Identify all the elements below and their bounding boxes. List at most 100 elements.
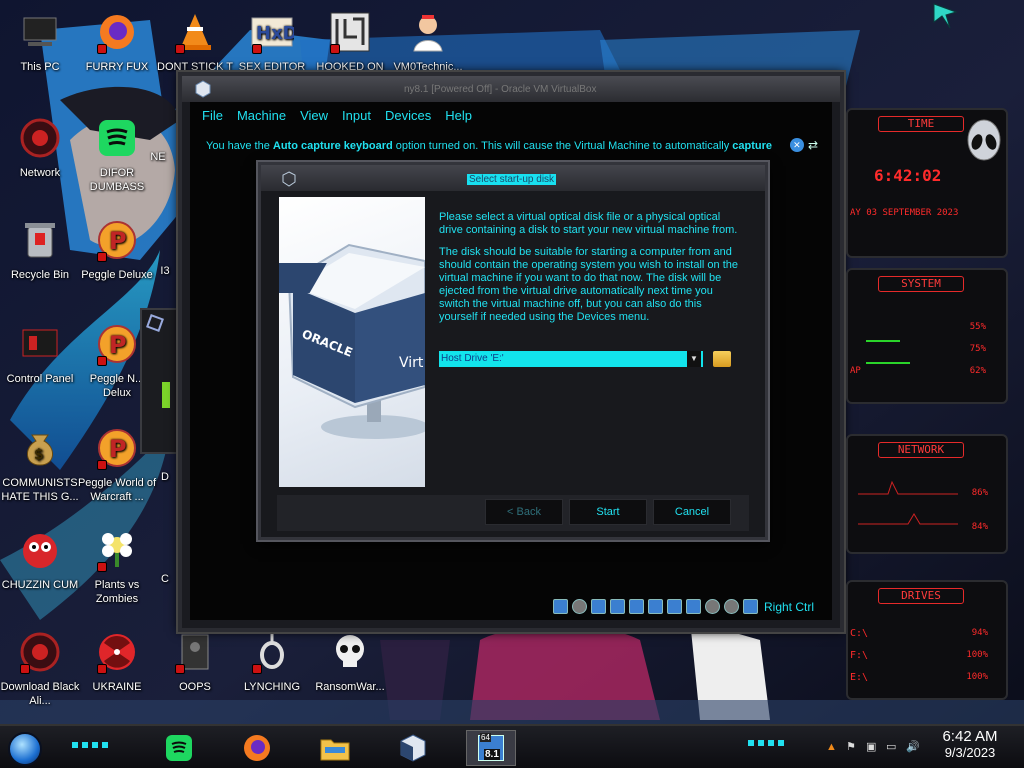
cpu-icon[interactable] xyxy=(704,599,720,614)
desktop-icon-furry-fux[interactable]: FURRY FUX xyxy=(77,8,157,74)
spotify-icon xyxy=(93,114,141,162)
desktop-icon-label: Network xyxy=(19,167,61,179)
desktop-icon-label: RansomWar... xyxy=(315,681,385,693)
desktop-icon-label: Recycle Bin xyxy=(10,269,70,281)
peggle-icon: P xyxy=(93,216,141,264)
desktop-icon-label: COMMUNISTS HATE THIS G... xyxy=(1,477,79,503)
desktop-icon-vm0technic[interactable]: VM0Technic... xyxy=(388,8,468,74)
drive-usage: 100% xyxy=(966,650,988,660)
video-capture-icon[interactable] xyxy=(685,599,701,614)
taskbar-clock[interactable]: 6:42 AM 9/3/2023 xyxy=(932,728,1008,760)
desktop-icon-dont-stick[interactable]: DONT STICK T xyxy=(155,8,235,74)
back-button[interactable]: < Back xyxy=(485,499,563,525)
clock-date: 9/3/2023 xyxy=(944,745,996,760)
host-key-arrow-icon[interactable] xyxy=(742,599,758,614)
network-adapter-icon[interactable] xyxy=(609,599,625,614)
desktop-icon-label: Peggle N... Delux xyxy=(89,373,145,399)
desktop-icon-label: Peggle Deluxe xyxy=(81,269,153,281)
host-key-label: Right Ctrl xyxy=(763,599,814,614)
taskbar-decoration xyxy=(72,742,112,748)
startup-disk-select[interactable]: Host Drive 'E:' ▼ xyxy=(439,351,703,367)
desktop-icon-peggle-deluxe[interactable]: P Peggle Deluxe xyxy=(77,216,157,282)
desktop-icon-this-pc[interactable]: This PC xyxy=(0,8,80,74)
peggle-icon: P xyxy=(93,320,141,368)
desktop-icon-ransomware[interactable]: RansomWar... xyxy=(310,628,390,694)
desktop-icon-chuzzin-cum[interactable]: CHUZZIN CUM xyxy=(0,526,80,592)
desktop-icon-recycle-bin[interactable]: Recycle Bin xyxy=(0,216,80,282)
virtualbox-cube-icon xyxy=(400,734,426,762)
menu-help[interactable]: Help xyxy=(445,108,472,123)
virtualbox-cube-icon xyxy=(195,80,211,98)
svg-text:P: P xyxy=(109,331,127,359)
desktop-icon-hooked-on[interactable]: HOOKED ON xyxy=(310,8,390,74)
cancel-button[interactable]: Cancel xyxy=(653,499,731,525)
taskbar-spotify[interactable] xyxy=(154,730,204,766)
audio-icon[interactable] xyxy=(590,599,606,614)
chuzzle-icon xyxy=(16,526,64,574)
do-not-show-again-icon[interactable]: ⇄ xyxy=(808,138,818,152)
desktop-icon-i3[interactable]: I3 xyxy=(150,264,180,278)
optical-drive-icon[interactable] xyxy=(571,599,587,614)
cpu-readout: 55% xyxy=(969,322,986,332)
money-bag-icon: $ xyxy=(16,424,64,472)
vm-menubar: File Machine View Input Devices Help xyxy=(202,108,472,123)
peggle-icon: P xyxy=(93,424,141,472)
drive-usage: 94% xyxy=(971,628,988,638)
display-icon[interactable] xyxy=(666,599,682,614)
skull-icon xyxy=(326,628,374,676)
network-graph xyxy=(858,480,958,525)
taskbar-file-explorer[interactable] xyxy=(310,730,360,766)
menu-machine[interactable]: Machine xyxy=(237,108,286,123)
choose-disk-folder-icon[interactable] xyxy=(713,351,731,367)
desktop-icon-control-panel[interactable]: Control Panel xyxy=(0,320,80,386)
desktop-icon-plants-vs-zombies[interactable]: Plants vs Zombies xyxy=(77,526,157,606)
svg-text:HxD: HxD xyxy=(256,23,294,44)
desktop-icon-c[interactable]: C xyxy=(150,572,180,586)
start-button[interactable]: Start xyxy=(569,499,647,525)
desktop-icon-sex-editor[interactable]: HxD SEX EDITOR xyxy=(232,8,312,74)
tray-app-icon[interactable]: ▲ xyxy=(826,740,840,754)
taskbar-virtualbox-vm[interactable]: 64 8.1 xyxy=(466,730,516,766)
desktop-icon-network[interactable]: Network xyxy=(0,114,80,180)
select-startup-disk-dialog[interactable]: Select start-up disk ORACLE Virt Please … xyxy=(255,162,768,540)
computer-icon xyxy=(16,8,64,56)
vm-badge-bottom: 8.1 xyxy=(484,749,500,760)
taskbar-virtualbox-manager[interactable] xyxy=(388,730,438,766)
network-icon[interactable]: ▣ xyxy=(866,740,880,754)
monitor-icon[interactable]: ▭ xyxy=(886,740,900,754)
desktop-icon-label: Plants vs Zombies xyxy=(94,579,140,605)
desktop-icon-communists[interactable]: $ COMMUNISTS HATE THIS G... xyxy=(0,424,80,504)
flag-icon[interactable]: ⚑ xyxy=(846,740,860,754)
volume-icon[interactable]: 🔊 xyxy=(906,740,920,754)
desktop-icon-d[interactable]: D xyxy=(150,470,180,484)
chevron-down-icon[interactable]: ▼ xyxy=(687,351,701,367)
menu-file[interactable]: File xyxy=(202,108,223,123)
menu-input[interactable]: Input xyxy=(342,108,371,123)
menu-view[interactable]: View xyxy=(300,108,328,123)
hard-disk-icon[interactable] xyxy=(552,599,568,614)
taskbar: 64 8.1 ▲ ⚑ ▣ ▭ 🔊 6:42 AM 9/3/2023 xyxy=(0,724,1024,768)
dialog-titlebar[interactable]: Select start-up disk xyxy=(261,165,765,191)
desktop-icon-ne[interactable]: NE xyxy=(138,150,178,164)
close-notice-icon[interactable]: ✕ xyxy=(789,138,804,152)
background-window[interactable] xyxy=(140,308,182,454)
taskbar-firefox[interactable] xyxy=(232,730,282,766)
cursor-arrow-icon xyxy=(933,3,958,29)
folder-icon xyxy=(320,739,350,761)
menu-devices[interactable]: Devices xyxy=(385,108,431,123)
start-button[interactable] xyxy=(8,732,42,766)
desktop-icon-label: D xyxy=(161,471,169,483)
desktop-icon-ukraine[interactable]: UKRAINE xyxy=(77,628,157,694)
dialog-button-bar: < Back Start Cancel xyxy=(277,495,749,531)
desktop-icon-lynching[interactable]: LYNCHING xyxy=(232,628,312,694)
shared-folders-icon[interactable] xyxy=(647,599,663,614)
vm-window-titlebar[interactable]: ny8.1 [Powered Off] - Oracle VM VirtualB… xyxy=(182,76,840,102)
auto-capture-notice: You have the Auto capture keyboard optio… xyxy=(206,140,773,152)
usb-icon[interactable] xyxy=(628,599,644,614)
desktop-icon-oops[interactable]: OOPS xyxy=(155,628,235,694)
desktop-icon-download-black-alien[interactable]: Download Black Ali... xyxy=(0,628,80,708)
mouse-integration-icon[interactable] xyxy=(723,599,739,614)
drive-letter: E:\ xyxy=(850,672,869,683)
virtualbox-logo-text: Virt xyxy=(399,355,424,371)
maze-game-icon xyxy=(326,8,374,56)
